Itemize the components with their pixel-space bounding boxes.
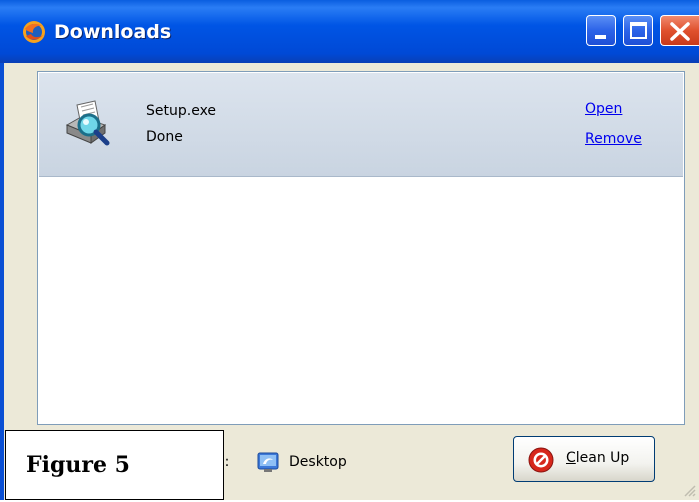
no-entry-icon [528,447,554,473]
download-location[interactable]: Desktop [289,454,347,470]
window-title: Downloads [54,21,172,43]
desktop-icon[interactable] [257,451,279,473]
close-button[interactable] [660,15,699,46]
title-bar[interactable]: Downloads [0,0,699,63]
figure-caption: Figure 5 [26,452,130,478]
firefox-icon [22,20,46,44]
installer-magnifier-icon [61,95,117,151]
minimize-icon [595,35,606,39]
maximize-button[interactable] [623,15,653,46]
download-item[interactable]: Setup.exe Done [39,73,683,177]
resize-grip-icon[interactable] [681,482,697,498]
remove-link[interactable]: Remove [585,131,642,147]
maximize-icon [630,22,647,39]
downloads-list[interactable]: Setup.exe Done [37,71,685,425]
open-link[interactable]: Open [585,101,622,117]
minimize-button[interactable] [586,15,616,46]
clean-up-label: Clean Up [566,450,630,466]
clean-up-button[interactable]: Clean Up [513,436,655,482]
downloads-window: Downloads Setup.exe Done Open Remove Des… [0,0,699,500]
download-file-name: Setup.exe [146,103,217,119]
download-status: Done [146,129,183,145]
close-icon [670,22,690,41]
